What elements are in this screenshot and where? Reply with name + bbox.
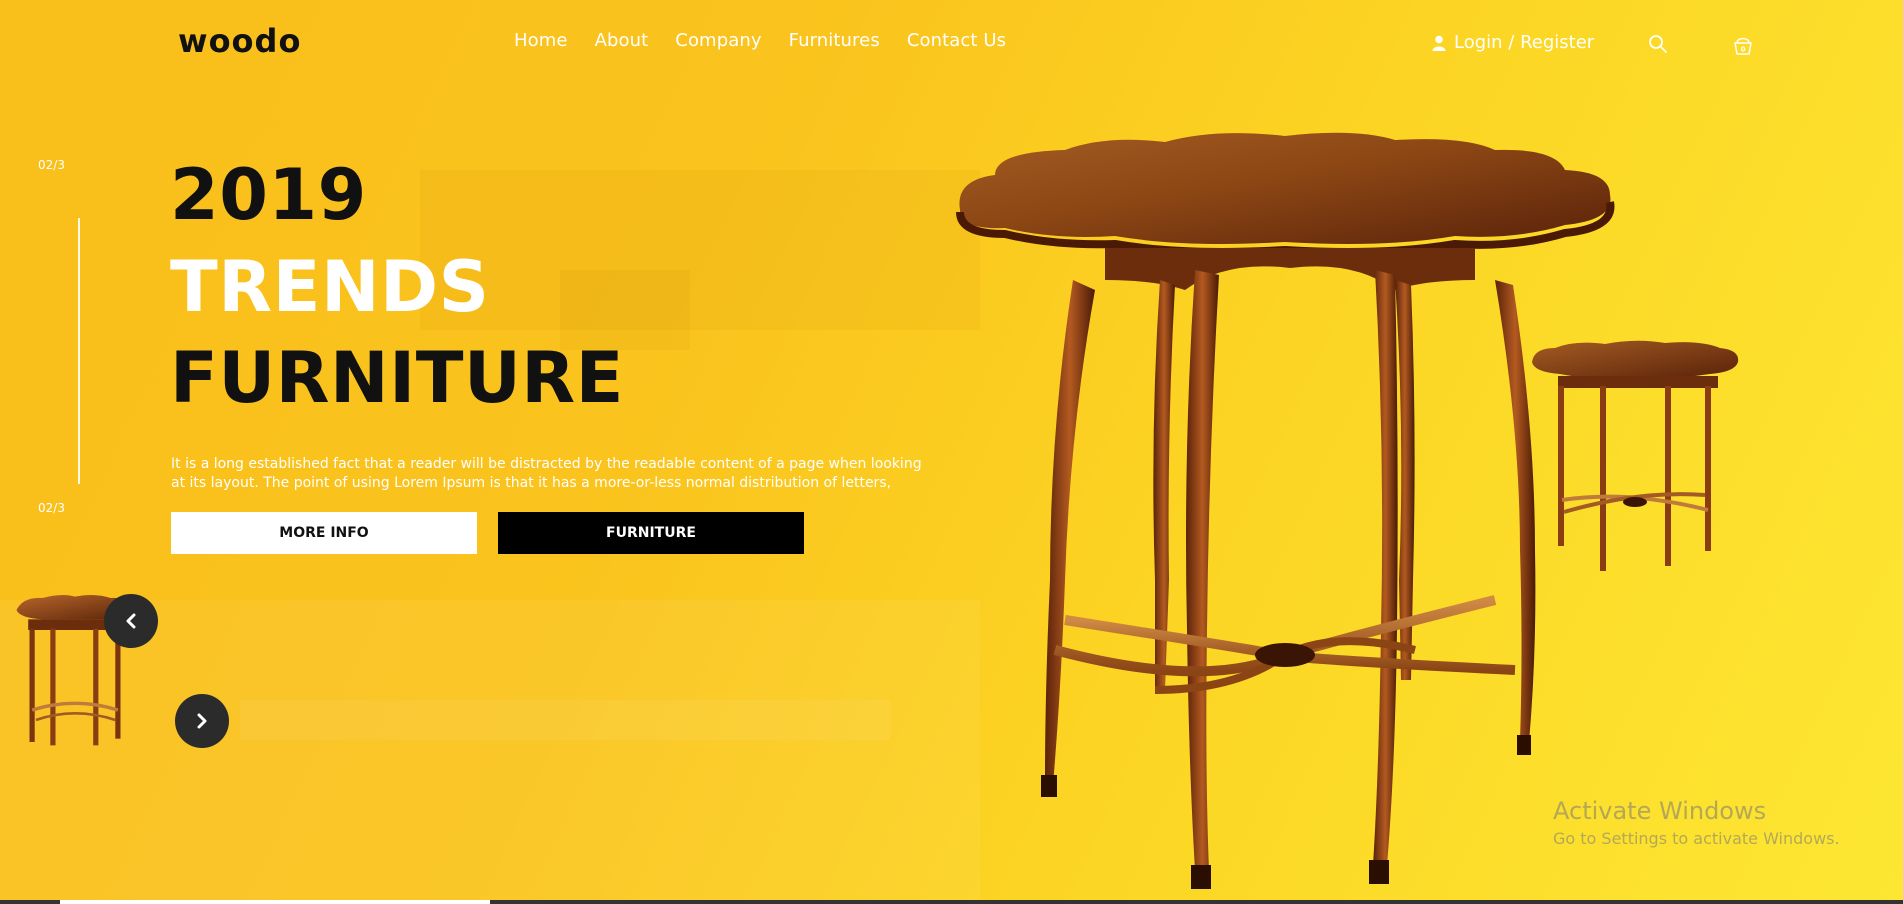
search-button[interactable] [1648,34,1668,54]
cart-button[interactable]: 0 [1732,34,1754,56]
hero-heading-year: 2019 [170,154,367,236]
hero-heading-trends: TRENDS [170,246,490,328]
nav-home[interactable]: Home [514,30,568,51]
hero-description: It is a long established fact that a rea… [171,456,922,491]
login-register-link[interactable]: Login / Register [1432,32,1594,53]
more-info-button[interactable]: MORE INFO [171,512,477,554]
slider-next-button[interactable] [175,694,229,748]
chevron-left-icon [126,613,136,629]
slide-counter-bottom: 02/3 [38,501,65,515]
nav-company[interactable]: Company [675,30,761,51]
user-icon [1432,35,1446,51]
side-table-image [1532,340,1739,571]
slider-progress-bar [0,900,1903,904]
slide-progress-line [78,218,80,484]
shopping-bag-icon: 0 [1734,37,1752,55]
main-nav: Home About Company Furnitures Contact Us [514,30,1006,51]
slider-progress-segment [60,900,490,904]
nav-furnitures[interactable]: Furnitures [789,30,880,51]
furniture-button[interactable]: FURNITURE [498,512,804,554]
slider-prev-button[interactable] [104,594,158,648]
watermark-title: Activate Windows [1553,797,1767,825]
nav-about[interactable]: About [595,30,649,51]
brand-logo[interactable]: woodo [178,22,301,60]
cart-count: 0 [1741,46,1746,54]
hero-heading-furniture: FURNITURE [170,337,624,419]
slide-counter-top: 02/3 [38,158,65,172]
search-icon [1649,35,1667,53]
chevron-right-icon [197,713,207,729]
windows-activation-watermark: Activate Windows Go to Settings to activ… [1553,797,1840,848]
nav-contact-us[interactable]: Contact Us [907,30,1006,51]
main-table-image [956,132,1615,889]
watermark-subtitle: Go to Settings to activate Windows. [1553,829,1840,848]
login-register-label: Login / Register [1454,32,1595,53]
